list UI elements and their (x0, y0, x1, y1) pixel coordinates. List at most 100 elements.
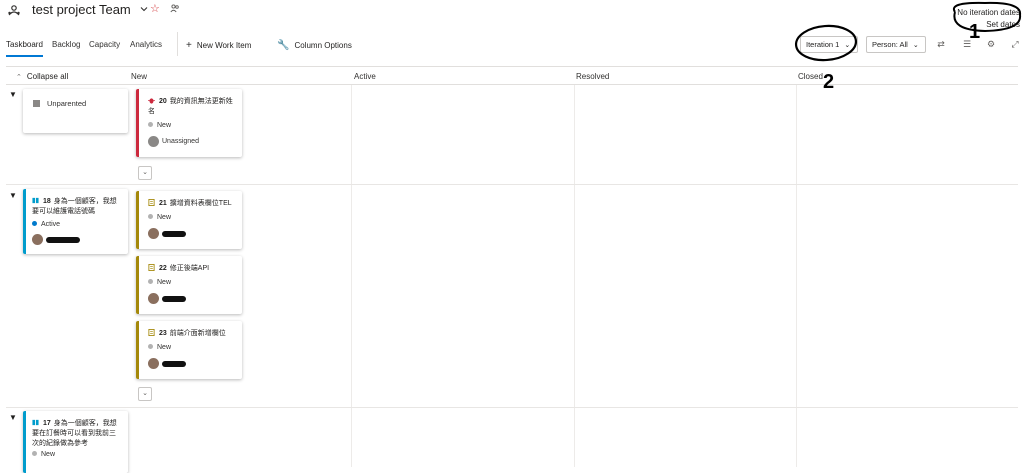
tab-active-indicator (6, 55, 43, 57)
card-assignee[interactable] (148, 293, 186, 304)
card-color-bar (136, 256, 139, 314)
new-work-item-label: New Work Item (196, 41, 252, 50)
card-state: New (148, 214, 171, 221)
redacted-name (46, 236, 80, 243)
chevron-down-icon[interactable] (140, 5, 148, 13)
card-state-label: New (41, 451, 56, 458)
tab-analytics[interactable]: Analytics (130, 40, 162, 49)
toolbar-divider (177, 32, 178, 56)
collapse-all-button[interactable]: ⌃ Collapse all (16, 72, 68, 81)
card-color-bar (23, 189, 26, 254)
card-title[interactable]: 20 我的資訊無法更新姓名 (148, 97, 236, 117)
team-title[interactable]: test project Team (32, 2, 131, 17)
row-collapse-toggle[interactable]: ▼ (9, 413, 17, 422)
expand-icon[interactable]: ⤢ (1009, 38, 1021, 50)
unparented-text: Unparented (47, 99, 87, 108)
card-assignee-label: Unassigned (162, 138, 199, 145)
new-work-item-button[interactable]: + New Work Item (186, 40, 251, 51)
team-icon (8, 5, 20, 16)
iteration-dropdown[interactable]: Iteration 1 ⌄ (800, 36, 858, 53)
column-header-new: New (131, 72, 148, 81)
card-assignee[interactable] (148, 228, 186, 239)
work-item-id: 21 (159, 200, 167, 207)
card-state-label: New (157, 122, 172, 129)
work-item-title: 擴增資料表欄位TEL (169, 200, 232, 207)
card-state-label: New (157, 344, 172, 351)
expand-row-button[interactable]: ⌄ (138, 166, 152, 180)
person-dropdown[interactable]: Person: All ⌄ (866, 36, 926, 53)
avatar (148, 136, 159, 147)
state-dot-icon (32, 221, 37, 226)
card-state: Active (32, 221, 60, 228)
task-card[interactable]: 22 修正後端API New (136, 256, 242, 314)
redacted-name (162, 230, 186, 237)
column-header-closed: Closed (798, 72, 823, 81)
chevron-down-icon: ⌄ (844, 41, 851, 49)
redacted-name (162, 360, 186, 367)
column-divider (796, 85, 797, 467)
list-icon[interactable]: ☰ (961, 38, 973, 50)
card-title[interactable]: 21 擴增資料表欄位TEL (148, 199, 236, 209)
card-assignee[interactable] (32, 234, 80, 245)
tab-taskboard[interactable]: Taskboard (6, 40, 43, 49)
task-icon (148, 199, 155, 206)
card-assignee[interactable]: Unassigned (148, 136, 199, 147)
annotation-label-2: 2 (823, 71, 834, 93)
gear-icon[interactable]: ⚙ (985, 38, 997, 50)
row-collapse-toggle[interactable]: ▼ (9, 90, 17, 99)
column-divider (351, 85, 352, 467)
state-dot-icon (148, 214, 153, 219)
work-item-id: 23 (159, 330, 167, 337)
column-options-label: Column Options (294, 41, 352, 50)
card-title[interactable]: 18 身為一個顧客，我想要可以維護電話號碼 (32, 197, 122, 217)
card-state-label: New (157, 279, 172, 286)
task-card[interactable]: 21 擴增資料表欄位TEL New (136, 191, 242, 249)
tab-backlog[interactable]: Backlog (52, 40, 80, 49)
collapse-all-label: Collapse all (26, 72, 69, 81)
avatar (148, 293, 159, 304)
unparented-label: Unparented (33, 99, 86, 108)
task-icon (148, 264, 155, 271)
tab-capacity[interactable]: Capacity (89, 40, 120, 49)
redacted-name (162, 295, 186, 302)
card-state: New (148, 344, 171, 351)
wrench-icon: 🔧 (277, 40, 290, 51)
card-state: New (148, 279, 171, 286)
card-assignee[interactable] (148, 358, 186, 369)
column-options-button[interactable]: 🔧 Column Options (277, 40, 352, 51)
story-card[interactable]: 18 身為一個顧客，我想要可以維護電話號碼 Active (23, 189, 128, 254)
card-color-bar (136, 89, 139, 157)
card-color-bar (23, 411, 26, 473)
card-title[interactable]: 23 前端介面新增欄位 (148, 329, 236, 339)
task-card[interactable]: 23 前端介面新增欄位 New (136, 321, 242, 379)
card-color-bar (136, 191, 139, 249)
avatar (148, 228, 159, 239)
state-dot-icon (32, 451, 37, 456)
state-dot-icon (148, 122, 153, 127)
filter-icon[interactable]: ⇄ (935, 38, 947, 50)
iteration-value: Iteration 1 (806, 40, 840, 49)
card-state: New (148, 122, 171, 129)
star-icon[interactable]: ☆ (150, 2, 160, 15)
work-item-id: 20 (159, 98, 167, 105)
card-title[interactable]: 22 修正後端API (148, 264, 236, 274)
chevron-down-icon: ⌄ (912, 41, 919, 49)
unparented-card[interactable]: Unparented (23, 89, 128, 133)
iteration-dates-text: No iteration dates (957, 8, 1020, 17)
row-collapse-toggle[interactable]: ▼ (9, 191, 17, 200)
chevron-up-icon: ⌃ (16, 74, 22, 81)
expand-row-button[interactable]: ⌄ (138, 387, 152, 401)
set-dates-link[interactable]: Set dates (957, 19, 1020, 31)
task-card[interactable]: 20 我的資訊無法更新姓名 New Unassigned (136, 89, 242, 157)
state-dot-icon (148, 279, 153, 284)
column-divider (574, 85, 575, 467)
avatar (32, 234, 43, 245)
work-item-title: 修正後端API (169, 265, 210, 272)
people-icon[interactable] (170, 3, 180, 13)
iteration-info: No iteration dates Set dates (957, 7, 1020, 31)
story-card[interactable]: 17 身為一個顧客，我想要在訂餐時可以看到我前三次的紀錄做為參考 New (23, 411, 128, 473)
bug-icon (148, 98, 155, 104)
person-value: Person: All (872, 40, 908, 49)
card-title[interactable]: 17 身為一個顧客，我想要在訂餐時可以看到我前三次的紀錄做為參考 (32, 419, 122, 449)
work-item-id: 18 (43, 198, 51, 205)
